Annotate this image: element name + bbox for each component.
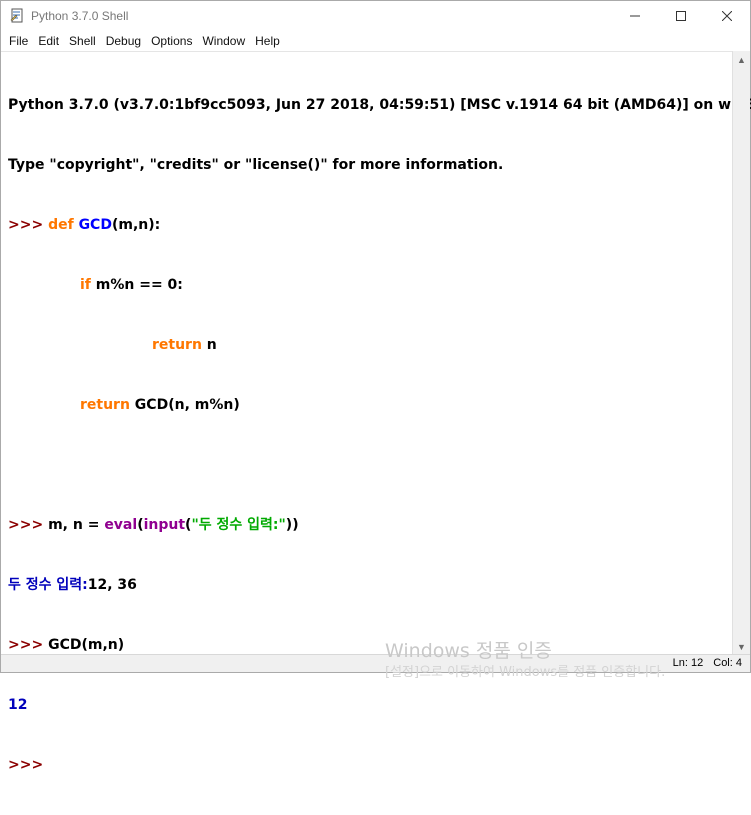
shell-prompt: >>> [8, 637, 44, 653]
keyword-def: def [48, 217, 74, 233]
input-line: >>> m, n = eval(input("두 정수 입력:")) [8, 515, 751, 535]
window-title: Python 3.7.0 Shell [31, 9, 129, 23]
scroll-down-icon[interactable]: ▼ [733, 638, 750, 655]
return-value: GCD(n, m%n) [129, 397, 240, 413]
stdout-prompt: 두 정수 입력: [8, 577, 88, 593]
menu-shell[interactable]: Shell [64, 31, 101, 51]
function-name: GCD [78, 217, 112, 233]
menu-edit[interactable]: Edit [33, 31, 64, 51]
menu-bar: File Edit Shell Debug Options Window Hel… [1, 31, 750, 51]
column-number: Col: 4 [713, 657, 742, 669]
python-idle-icon [10, 8, 23, 23]
shell-prompt: >>> [8, 757, 44, 773]
return-line-1: return n [8, 335, 751, 355]
close-button[interactable] [704, 1, 750, 31]
cursor-position: Ln: 12 Col: 4 [663, 657, 742, 669]
def-line: >>> def GCD(m,n): [8, 215, 751, 235]
menu-file[interactable]: File [4, 31, 33, 51]
activation-watermark-title: Windows 정품 인증 [385, 640, 552, 662]
minimize-icon [630, 15, 640, 17]
def-args: (m,n): [111, 217, 161, 233]
banner-line-2: Type "copyright", "credits" or "license(… [8, 157, 504, 173]
maximize-icon [676, 11, 686, 21]
keyword-return: return [152, 337, 202, 353]
result-output: 12 [8, 697, 28, 713]
shell-prompt: >>> [8, 517, 44, 533]
user-input: 12, 36 [87, 577, 137, 593]
shell-text-area[interactable]: Python 3.7.0 (v3.7.0:1bf9cc5093, Jun 27 … [1, 51, 751, 773]
builtin-eval: eval [104, 517, 138, 533]
close-icon [722, 11, 732, 21]
menu-window[interactable]: Window [197, 31, 250, 51]
maximize-button[interactable] [658, 1, 704, 31]
paren-close: )) [285, 517, 299, 533]
keyword-if: if [80, 277, 91, 293]
current-prompt-line[interactable]: >>> [8, 755, 751, 775]
title-bar[interactable]: Python 3.7.0 Shell [1, 1, 750, 31]
menu-options[interactable]: Options [146, 31, 197, 51]
return-value: n [201, 337, 217, 353]
menu-help[interactable]: Help [250, 31, 285, 51]
keyword-return: return [80, 397, 130, 413]
vertical-scrollbar[interactable]: ▲ ▼ [732, 51, 750, 655]
shell-output: Python 3.7.0 (v3.7.0:1bf9cc5093, Jun 27 … [8, 55, 751, 815]
shell-prompt: >>> [8, 217, 44, 233]
idle-shell-window: Python 3.7.0 Shell File Edit Shell Debug… [0, 0, 751, 773]
line-number: Ln: 12 [672, 657, 704, 669]
minimize-button[interactable] [612, 1, 658, 31]
scroll-up-icon[interactable]: ▲ [733, 51, 750, 68]
call-line: >>> GCD(m,n) [8, 635, 751, 655]
activation-watermark-subtitle: [설정]으로 이동하여 Windows를 정품 인증합니다. [385, 665, 666, 680]
stdout-input-line: 두 정수 입력:12, 36 [8, 575, 751, 595]
if-line: if m%n == 0: [8, 275, 751, 295]
string-literal: "두 정수 입력:" [191, 517, 286, 533]
if-condition: m%n == 0: [90, 277, 183, 293]
assign-prefix: m, n = [43, 517, 105, 533]
builtin-input: input [143, 517, 186, 533]
menu-debug[interactable]: Debug [101, 31, 146, 51]
call-expression: GCD(m,n) [43, 637, 125, 653]
return-line-2: return GCD(n, m%n) [8, 395, 751, 415]
banner-line-1: Python 3.7.0 (v3.7.0:1bf9cc5093, Jun 27 … [8, 97, 751, 113]
